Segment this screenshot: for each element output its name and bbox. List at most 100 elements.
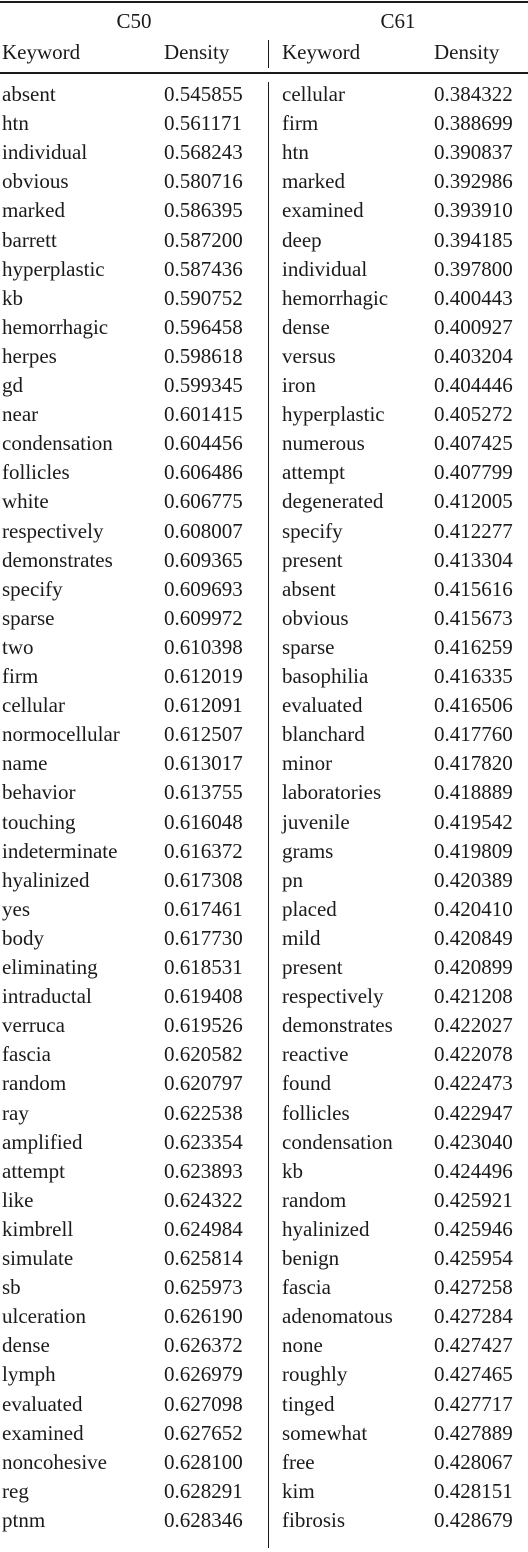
c50-density-cell: 0.624984: [164, 1216, 243, 1241]
c50-keyword-cell: normocellular: [2, 722, 120, 747]
c50-density-cell: 0.626372: [164, 1333, 243, 1358]
c50-keyword-cell: yes: [2, 896, 30, 921]
c61-keyword-cell: hemorrhagic: [282, 285, 389, 310]
c61-density-cell: 0.428067: [434, 1449, 513, 1474]
c50-density-cell: 0.623893: [164, 1158, 243, 1183]
c61-density-cell: 0.412277: [434, 518, 513, 543]
c61-density-cell: 0.427717: [434, 1391, 513, 1416]
c61-density-cell: 0.427465: [434, 1362, 513, 1387]
c61-keyword-cell: specify: [282, 518, 343, 543]
c61-density-cell: 0.425954: [434, 1246, 513, 1270]
c50-density-cell: 0.598618: [164, 343, 243, 368]
c50-keyword-cell: like: [2, 1187, 34, 1212]
c50-density-cell: 0.606486: [164, 460, 243, 485]
c50-keyword-cell: behavior: [2, 780, 76, 805]
c50-keyword-cell: ray: [2, 1100, 29, 1125]
c50-keyword-cell: specify: [2, 576, 63, 601]
c50-keyword-cell: reg: [2, 1478, 29, 1503]
c61-keyword-cell: absent: [282, 576, 336, 601]
c61-keyword-cell: hyperplastic: [282, 402, 385, 427]
c50-keyword-cell: respectively: [2, 518, 104, 543]
c61-density-cell: 0.418889: [434, 780, 513, 805]
c50-density-cell: 0.587200: [164, 227, 243, 252]
c61-density-cell: 0.419809: [434, 838, 513, 863]
c61-density-cell: 0.417820: [434, 751, 513, 776]
c61-keyword-cell: found: [282, 1071, 331, 1096]
c50-keyword-cell: follicles: [2, 460, 70, 485]
c50-keyword-cell: dense: [2, 1333, 50, 1358]
c61-density-cell: 0.424496: [434, 1158, 513, 1183]
c50-keyword-cell: indeterminate: [2, 838, 118, 863]
c50-density-cell: 0.604456: [164, 431, 243, 456]
c50-keyword-cell: random: [2, 1071, 67, 1096]
c50-keyword-cell: body: [2, 925, 44, 950]
c50-density-cell: 0.599345: [164, 373, 243, 397]
c61-density-cell: 0.427284: [434, 1304, 513, 1329]
c61-keyword-cell: blanchard: [282, 722, 365, 747]
c50-keyword-cell: name: [2, 751, 48, 776]
c61-density-cell: 0.427427: [434, 1333, 513, 1358]
c50-density-cell: 0.612019: [164, 664, 243, 688]
c50-density-cell: 0.586395: [164, 198, 243, 223]
c61-keyword-cell: present: [282, 955, 343, 979]
c50-density-cell: 0.608007: [164, 518, 243, 543]
c61-density-cell: 0.422473: [434, 1071, 513, 1096]
c61-keyword-cell: benign: [282, 1246, 340, 1270]
c61-density-cell: 0.388699: [434, 111, 513, 136]
c50-keyword-cell: eliminating: [2, 955, 98, 979]
c61-keyword-cell: free: [282, 1449, 315, 1474]
c61-density-cell: 0.420899: [434, 955, 513, 979]
c61-density-cell: 0.415673: [434, 605, 513, 630]
c61-density-cell: 0.397800: [434, 256, 513, 281]
column-header-density: Density: [164, 40, 230, 64]
c61-keyword-cell: condensation: [282, 1129, 393, 1154]
c50-density-cell: 0.617730: [164, 925, 243, 950]
group-header-c50: C50: [116, 9, 152, 33]
c50-density-cell: 0.624322: [164, 1187, 243, 1212]
c61-keyword-cell: reactive: [282, 1042, 349, 1067]
c61-keyword-cell: marked: [282, 169, 345, 194]
c50-density-cell: 0.617308: [164, 867, 243, 892]
c50-density-cell: 0.580716: [164, 169, 243, 194]
c61-density-cell: 0.390837: [434, 140, 513, 165]
c61-density-cell: 0.393910: [434, 198, 513, 223]
c61-density-cell: 0.384322: [434, 82, 513, 106]
top-rule: [0, 1, 528, 3]
c61-density-cell: 0.392986: [434, 169, 513, 194]
c61-keyword-cell: fascia: [282, 1275, 331, 1300]
c50-keyword-cell: kb: [2, 285, 23, 310]
c61-keyword-cell: somewhat: [282, 1420, 368, 1445]
c61-density-cell: 0.425921: [434, 1187, 513, 1212]
c50-keyword-cell: fascia: [2, 1042, 51, 1067]
c50-keyword-cell: condensation: [2, 431, 113, 456]
c61-keyword-cell: demonstrates: [282, 1013, 393, 1038]
c61-density-cell: 0.422947: [434, 1100, 513, 1125]
c50-keyword-cell: noncohesive: [2, 1449, 107, 1474]
c61-density-cell: 0.405272: [434, 402, 513, 427]
c61-keyword-cell: cellular: [282, 82, 345, 106]
c61-density-cell: 0.403204: [434, 343, 513, 368]
c61-keyword-cell: grams: [282, 838, 334, 863]
c61-density-cell: 0.427889: [434, 1420, 513, 1445]
c50-density-cell: 0.628346: [164, 1507, 243, 1532]
c50-keyword-cell: demonstrates: [2, 547, 113, 572]
c61-density-cell: 0.428151: [434, 1478, 513, 1503]
c50-density-cell: 0.619526: [164, 1013, 243, 1038]
c61-keyword-cell: none: [282, 1333, 323, 1358]
c61-density-cell: 0.420849: [434, 925, 513, 950]
c61-keyword-cell: iron: [282, 373, 316, 397]
c61-keyword-cell: attempt: [282, 460, 345, 485]
c50-density-cell: 0.628100: [164, 1449, 243, 1474]
c50-density-cell: 0.609365: [164, 547, 243, 572]
c61-keyword-cell: placed: [282, 896, 337, 921]
c50-density-cell: 0.622538: [164, 1100, 243, 1125]
c50-keyword-cell: individual: [2, 140, 88, 165]
c50-keyword-cell: hemorrhagic: [2, 314, 109, 339]
c50-density-cell: 0.620582: [164, 1042, 243, 1067]
c61-density-cell: 0.404446: [434, 373, 513, 397]
c50-density-cell: 0.616048: [164, 809, 243, 834]
c61-keyword-cell: hyalinized: [282, 1216, 370, 1241]
c50-density-cell: 0.612091: [164, 693, 243, 718]
c61-keyword-cell: versus: [282, 343, 336, 368]
c50-keyword-cell: white: [2, 489, 49, 514]
